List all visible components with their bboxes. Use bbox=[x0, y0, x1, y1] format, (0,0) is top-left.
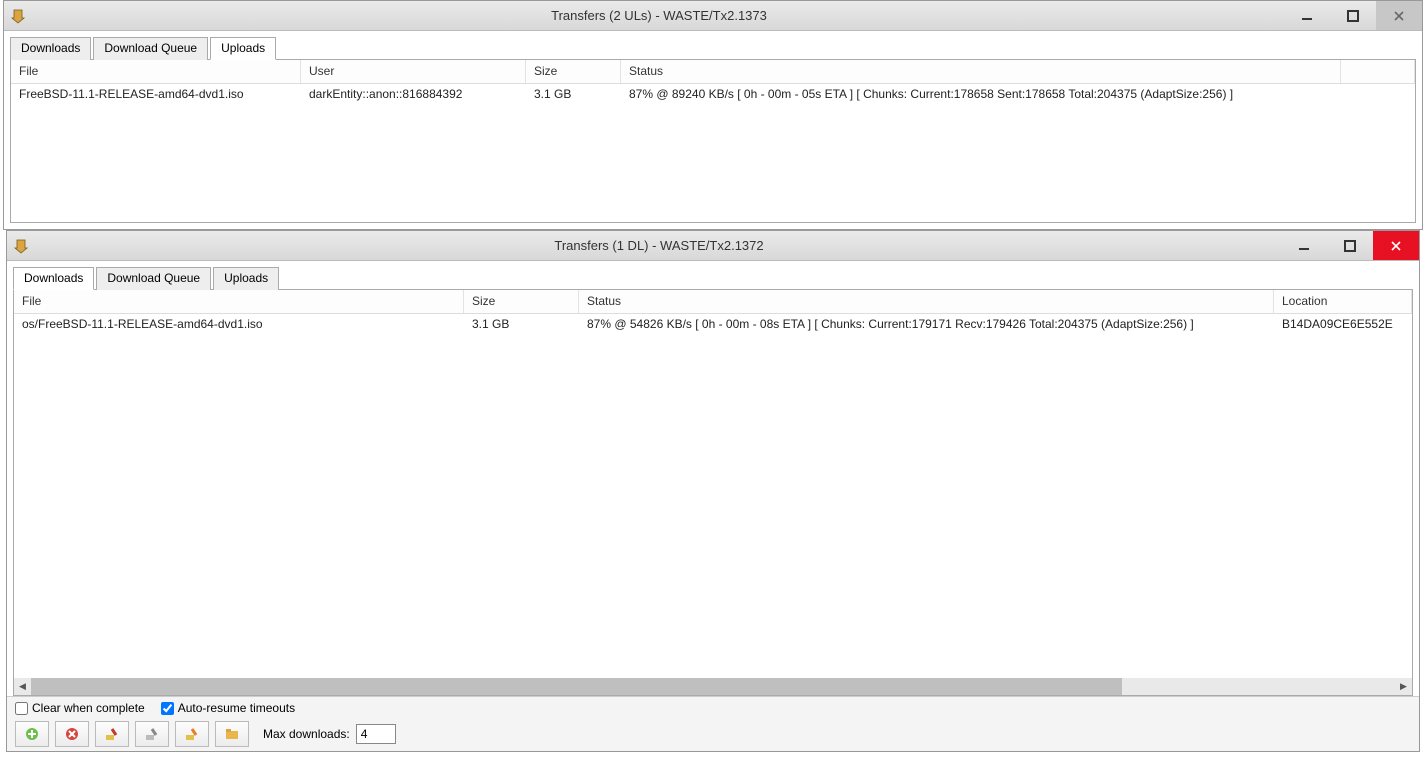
cell-user: darkEntity::anon::816884392 bbox=[301, 84, 526, 106]
cell-status: 87% @ 89240 KB/s [ 0h - 00m - 05s ETA ] … bbox=[621, 84, 1401, 106]
tab-bar: Downloads Download Queue Uploads bbox=[4, 31, 1422, 59]
window-controls bbox=[1281, 231, 1419, 260]
broom-gray-icon bbox=[144, 726, 160, 742]
close-button[interactable] bbox=[1376, 1, 1422, 30]
window-title: Transfers (1 DL) - WASTE/Tx2.1372 bbox=[37, 238, 1281, 253]
broom-orange-icon bbox=[184, 726, 200, 742]
tab-uploads[interactable]: Uploads bbox=[210, 37, 276, 60]
broom-red-icon bbox=[104, 726, 120, 742]
scroll-track[interactable] bbox=[31, 678, 1395, 695]
col-user[interactable]: User bbox=[301, 60, 526, 83]
app-icon bbox=[10, 8, 26, 24]
horizontal-scrollbar[interactable]: ◀ ▶ bbox=[14, 678, 1412, 695]
auto-resume-checkbox[interactable]: Auto-resume timeouts bbox=[161, 701, 295, 715]
titlebar[interactable]: Transfers (2 ULs) - WASTE/Tx2.1373 bbox=[4, 1, 1422, 31]
list-frame: File Size Status Location os/FreeBSD-11.… bbox=[13, 289, 1413, 696]
list-body[interactable]: os/FreeBSD-11.1-RELEASE-amd64-dvd1.iso 3… bbox=[14, 314, 1412, 678]
col-size[interactable]: Size bbox=[526, 60, 621, 83]
cell-file: FreeBSD-11.1-RELEASE-amd64-dvd1.iso bbox=[11, 84, 301, 106]
maximize-button[interactable] bbox=[1330, 1, 1376, 30]
remove-button[interactable] bbox=[55, 721, 89, 747]
col-status[interactable]: Status bbox=[579, 290, 1274, 313]
col-file[interactable]: File bbox=[14, 290, 464, 313]
clear-when-complete-checkbox[interactable]: Clear when complete bbox=[15, 701, 145, 715]
close-button[interactable] bbox=[1373, 231, 1419, 260]
col-status[interactable]: Status bbox=[621, 60, 1341, 83]
minimize-button[interactable] bbox=[1284, 1, 1330, 30]
tab-download-queue[interactable]: Download Queue bbox=[96, 267, 211, 290]
cell-location: B14DA09CE6E552E bbox=[1274, 314, 1412, 336]
folder-icon bbox=[224, 726, 240, 742]
tab-downloads[interactable]: Downloads bbox=[13, 267, 94, 290]
open-folder-button[interactable] bbox=[215, 721, 249, 747]
tab-downloads[interactable]: Downloads bbox=[10, 37, 91, 60]
max-downloads-label: Max downloads: bbox=[263, 727, 350, 741]
cell-size: 3.1 GB bbox=[464, 314, 579, 336]
remove-icon bbox=[64, 726, 80, 742]
table-row[interactable]: FreeBSD-11.1-RELEASE-amd64-dvd1.iso dark… bbox=[11, 84, 1415, 106]
transfers-window-downloads: Transfers (1 DL) - WASTE/Tx2.1372 Downlo… bbox=[6, 230, 1420, 752]
tab-uploads[interactable]: Uploads bbox=[213, 267, 279, 290]
maximize-button[interactable] bbox=[1327, 231, 1373, 260]
col-file[interactable]: File bbox=[11, 60, 301, 83]
app-icon bbox=[13, 238, 29, 254]
clear-all-button[interactable] bbox=[135, 721, 169, 747]
clear-checkbox-label: Clear when complete bbox=[32, 701, 145, 715]
minimize-button[interactable] bbox=[1281, 231, 1327, 260]
scroll-left-arrow[interactable]: ◀ bbox=[14, 678, 31, 695]
clear-completed-button[interactable] bbox=[95, 721, 129, 747]
col-location[interactable]: Location bbox=[1274, 290, 1412, 313]
list-frame: File User Size Status FreeBSD-11.1-RELEA… bbox=[10, 59, 1416, 223]
table-row[interactable]: os/FreeBSD-11.1-RELEASE-amd64-dvd1.iso 3… bbox=[14, 314, 1412, 336]
add-icon bbox=[24, 726, 40, 742]
scroll-right-arrow[interactable]: ▶ bbox=[1395, 678, 1412, 695]
resume-button[interactable] bbox=[175, 721, 209, 747]
window-controls bbox=[1284, 1, 1422, 30]
cell-size: 3.1 GB bbox=[526, 84, 621, 106]
max-downloads-input[interactable] bbox=[356, 724, 396, 744]
tab-download-queue[interactable]: Download Queue bbox=[93, 37, 208, 60]
add-button[interactable] bbox=[15, 721, 49, 747]
clear-checkbox-input[interactable] bbox=[15, 702, 28, 715]
col-size[interactable]: Size bbox=[464, 290, 579, 313]
column-headers: File User Size Status bbox=[11, 60, 1415, 84]
cell-status: 87% @ 54826 KB/s [ 0h - 00m - 08s ETA ] … bbox=[579, 314, 1274, 336]
column-headers: File Size Status Location bbox=[14, 290, 1412, 314]
auto-checkbox-input[interactable] bbox=[161, 702, 174, 715]
scroll-thumb[interactable] bbox=[31, 678, 1122, 695]
auto-checkbox-label: Auto-resume timeouts bbox=[178, 701, 295, 715]
toolbar: Max downloads: bbox=[15, 721, 1411, 747]
bottom-bar: Clear when complete Auto-resume timeouts bbox=[7, 696, 1419, 751]
options-row: Clear when complete Auto-resume timeouts bbox=[15, 701, 1411, 715]
list-body[interactable]: FreeBSD-11.1-RELEASE-amd64-dvd1.iso dark… bbox=[11, 84, 1415, 222]
tab-bar: Downloads Download Queue Uploads bbox=[7, 261, 1419, 289]
cell-file: os/FreeBSD-11.1-RELEASE-amd64-dvd1.iso bbox=[14, 314, 464, 336]
transfers-window-uploads: Transfers (2 ULs) - WASTE/Tx2.1373 Downl… bbox=[3, 0, 1423, 230]
titlebar[interactable]: Transfers (1 DL) - WASTE/Tx2.1372 bbox=[7, 231, 1419, 261]
window-title: Transfers (2 ULs) - WASTE/Tx2.1373 bbox=[34, 8, 1284, 23]
col-spacer bbox=[1341, 60, 1415, 83]
